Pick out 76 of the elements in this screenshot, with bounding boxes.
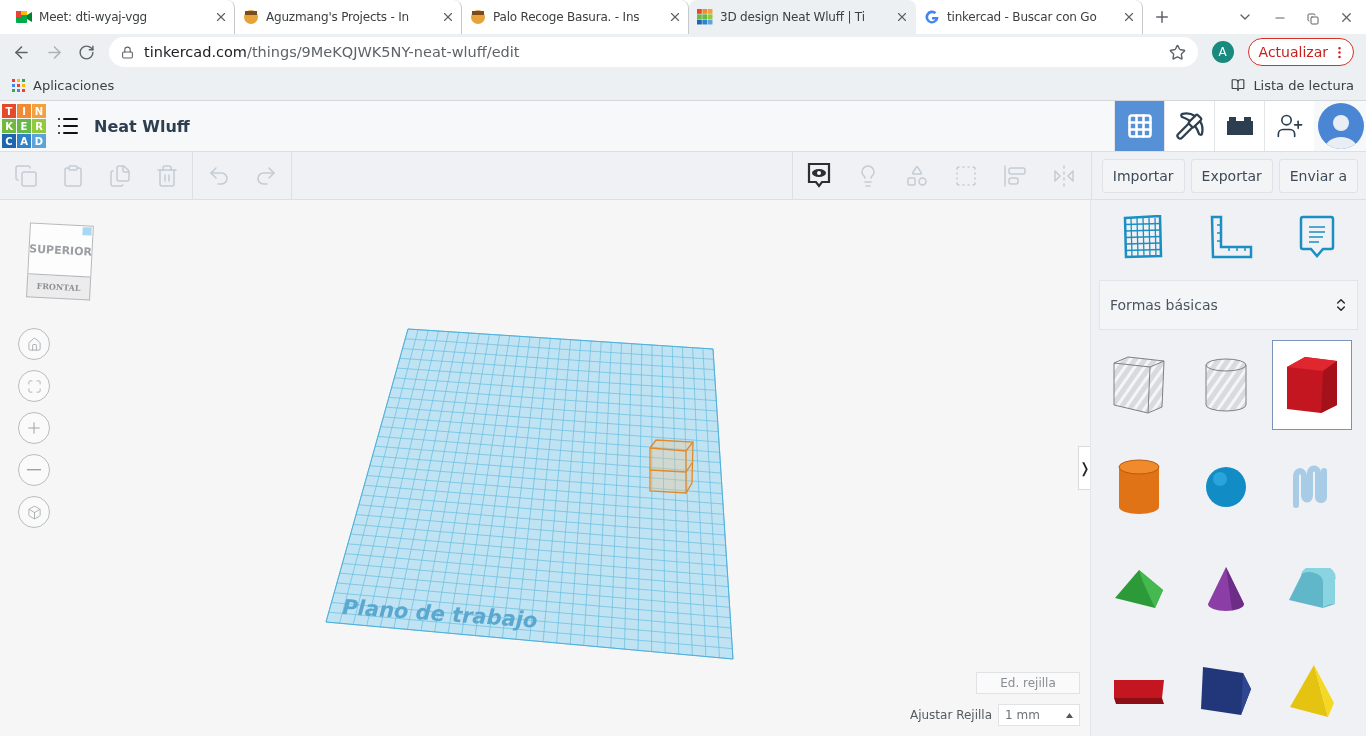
- grid-icon: [1125, 112, 1154, 140]
- design-title[interactable]: Neat Wluff: [94, 116, 190, 136]
- brick-view-button[interactable]: [1214, 101, 1264, 151]
- bookmark-label: Aplicaciones: [33, 77, 115, 93]
- cartoon-face-icon: [470, 9, 486, 25]
- cube-top-label: SUPERIOR: [28, 241, 93, 259]
- cylinder-icon: [1118, 459, 1160, 515]
- add-user-button[interactable]: [1264, 101, 1314, 151]
- reading-list-icon: [1231, 78, 1246, 92]
- cartoon-face-icon: [243, 9, 259, 25]
- video-call-icon: [16, 10, 32, 24]
- home-icon: [26, 336, 42, 352]
- prism-icon: [1198, 665, 1253, 717]
- brick-icon: [1225, 116, 1254, 136]
- striped-cylinder-icon: [1203, 357, 1248, 413]
- browser-tab[interactable]: 3D design Neat Wluff | Ti: [689, 0, 916, 34]
- zoom-in-icon: [25, 419, 43, 437]
- close-icon[interactable]: [1339, 10, 1354, 25]
- logo-icon: [697, 9, 713, 25]
- cone-icon: [1205, 566, 1246, 612]
- star-icon[interactable]: [1168, 43, 1186, 61]
- google-icon: [924, 9, 940, 25]
- close-icon[interactable]: [441, 10, 455, 24]
- panel-toggle-button[interactable]: ❭: [1078, 446, 1090, 490]
- tab-title: 3D design Neat Wluff | Ti: [720, 10, 866, 24]
- home-view-button[interactable]: [18, 328, 50, 360]
- note-icon[interactable]: [1299, 215, 1336, 259]
- half-cylinder-icon: [1287, 568, 1337, 610]
- workplane-label: Plano de trabajo: [341, 595, 539, 633]
- roof-icon: [1113, 568, 1165, 610]
- cube-front-label: FRONTAL: [36, 280, 81, 294]
- pyramid-icon: [1288, 663, 1336, 719]
- zoom-in-button[interactable]: [18, 412, 50, 444]
- striped-box-icon: [1112, 355, 1166, 415]
- perspective-button[interactable]: [18, 496, 50, 528]
- address-bar[interactable]: tinkercad.com/things/9MeKQJWK5NY-neat-wluff/edit: [109, 37, 1198, 67]
- fit-view-button[interactable]: [18, 370, 50, 402]
- new-tab-icon[interactable]: [1153, 8, 1171, 26]
- sphere-icon: [1204, 466, 1247, 508]
- wireframe-cube-drawing[interactable]: [649, 439, 694, 494]
- action-button[interactable]: Enviar a: [1278, 158, 1358, 193]
- close-icon[interactable]: [1122, 10, 1136, 24]
- close-icon[interactable]: [214, 10, 228, 24]
- profile-avatar[interactable]: A: [1211, 41, 1234, 63]
- close-icon[interactable]: [668, 10, 682, 24]
- fit-view-icon: [26, 378, 42, 394]
- cube-icon: [1285, 355, 1339, 415]
- action-button[interactable]: Exportar: [1190, 158, 1273, 193]
- shape-tile[interactable]: [1272, 340, 1352, 430]
- tab-title: tinkercad - Buscar con Go: [947, 10, 1098, 24]
- reload-icon[interactable]: [78, 43, 95, 61]
- snap-grid-label: Ajustar Rejilla: [909, 708, 992, 722]
- shape-library-select[interactable]: Formas básicas: [1099, 280, 1358, 330]
- url-text: tinkercad.com/things/9MeKQJWK5NY-neat-wluff/edit: [144, 44, 520, 60]
- app-logo[interactable]: T I N K E R C A D: [2, 104, 46, 148]
- tab-title: Palo Recoge Basura. - Ins: [493, 10, 641, 24]
- snap-grid-select[interactable]: 1 mm: [998, 704, 1080, 726]
- tab-title: Aguzmang's Projects - In: [266, 10, 410, 24]
- close-icon[interactable]: [895, 10, 909, 24]
- lock-icon: [121, 45, 134, 59]
- tab-title: Meet: dti-wyaj-vgg: [39, 10, 148, 24]
- restore-icon[interactable]: [1307, 13, 1319, 25]
- workplane-grid-icon[interactable]: [1121, 215, 1164, 259]
- apps-grid-icon: [12, 78, 25, 92]
- action-button[interactable]: Importar: [1101, 158, 1185, 193]
- pickaxe-icon: [1174, 111, 1205, 141]
- bookmark-item[interactable]: Aplicaciones: [12, 77, 115, 93]
- pickaxe-view-button[interactable]: [1164, 101, 1214, 151]
- cube-icon: [26, 504, 42, 520]
- ruler-icon[interactable]: [1209, 215, 1254, 259]
- update-button[interactable]: Actualizar: [1247, 38, 1354, 66]
- caret-icon: [1066, 712, 1073, 718]
- add-user-icon: [1275, 112, 1304, 140]
- corner-marker[interactable]: [82, 227, 92, 236]
- zoom-out-button[interactable]: [18, 454, 50, 486]
- reading-list-button[interactable]: Lista de lectura: [1231, 77, 1354, 93]
